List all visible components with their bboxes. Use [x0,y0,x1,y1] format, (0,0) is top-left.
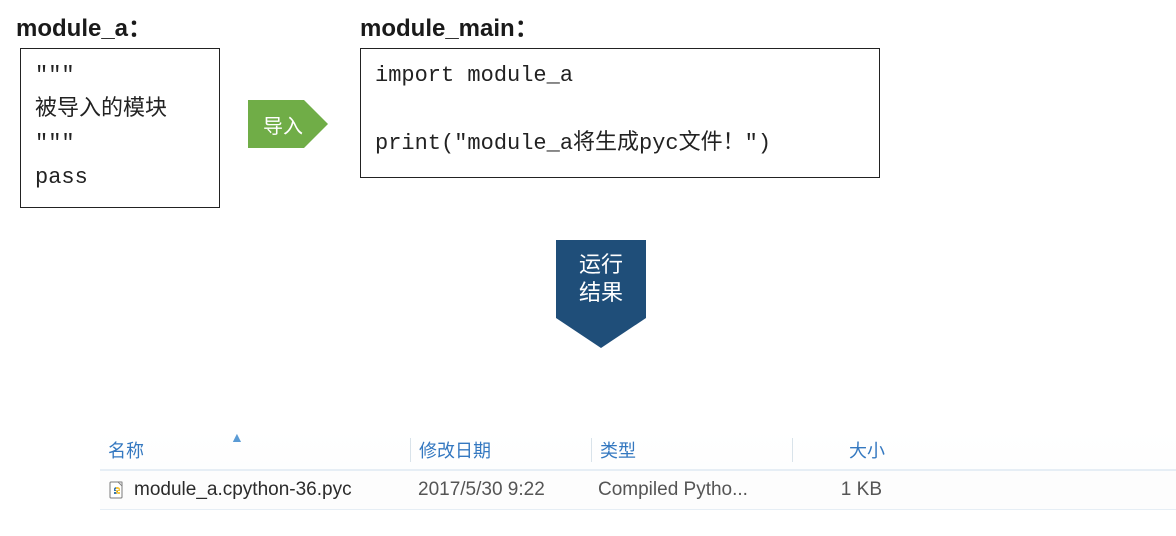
column-header-name[interactable]: 名称 [100,430,410,469]
module-a-code-box: """ 被导入的模块 """ pass [20,48,220,208]
file-modified: 2017/5/30 9:22 [410,471,590,509]
result-tag-label: 运行结果 [579,251,623,307]
file-name: module_a.cpython-36.pyc [134,479,352,501]
module-main-heading: module_main： [360,8,539,43]
file-size: 1 KB [790,471,890,509]
result-tag-arrow [556,318,646,348]
file-listing: ▲ 名称 修改日期 类型 大小 module_a.cpython-36.py [100,430,1176,510]
file-listing-header: ▲ 名称 修改日期 类型 大小 [100,430,1176,470]
import-arrow-label: 导入 [263,110,303,139]
python-file-icon [108,481,126,499]
import-arrow: 导入 [248,100,328,148]
column-header-size[interactable]: 大小 [793,430,893,469]
file-type: Compiled Pytho... [590,471,790,509]
result-tag: 运行结果 [556,240,646,348]
column-header-modified[interactable]: 修改日期 [411,430,591,469]
module-main-code-box: import module_a print("module_a将生成pyc文件！… [360,48,880,178]
sort-indicator-icon: ▲ [230,429,244,445]
file-row[interactable]: module_a.cpython-36.pyc 2017/5/30 9:22 C… [100,470,1176,510]
column-header-type[interactable]: 类型 [592,430,792,469]
module-a-heading: module_a： [16,8,152,43]
